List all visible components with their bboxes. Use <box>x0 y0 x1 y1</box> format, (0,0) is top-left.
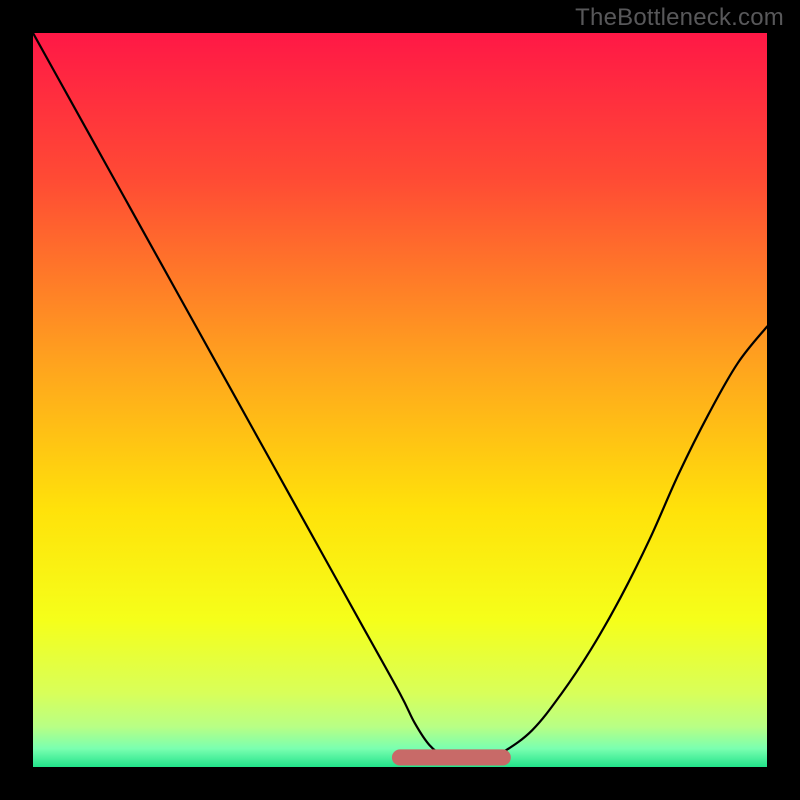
bottleneck-chart <box>33 33 767 767</box>
gradient-background <box>33 33 767 767</box>
watermark-text: TheBottleneck.com <box>575 4 784 32</box>
chart-frame: TheBottleneck.com <box>0 0 800 800</box>
